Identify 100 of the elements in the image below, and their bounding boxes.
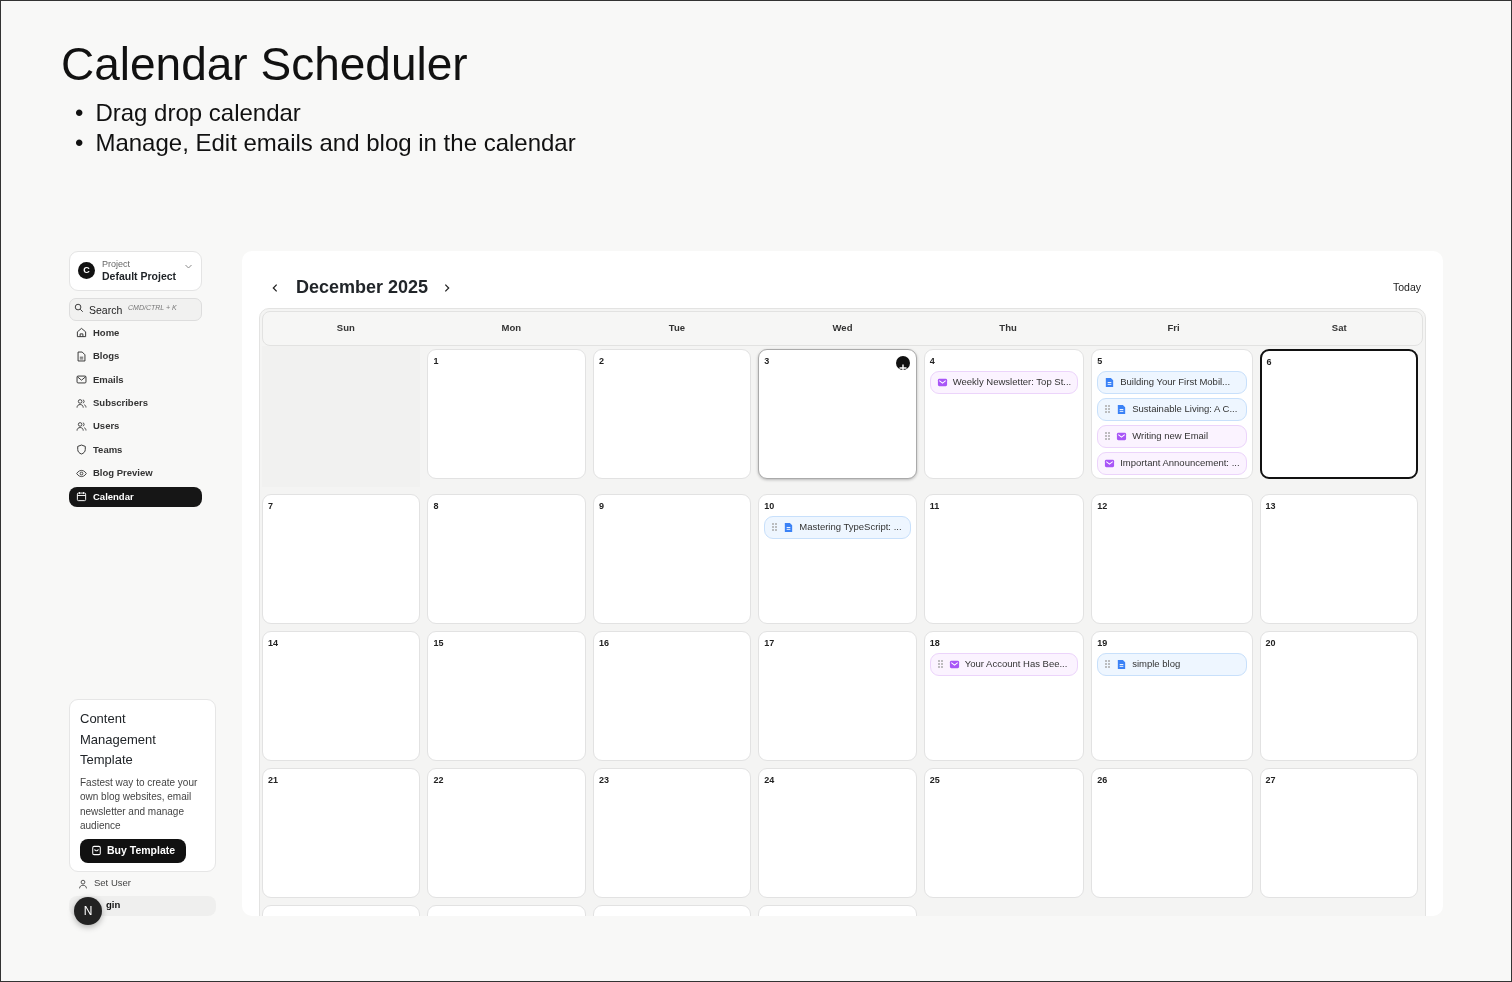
day-cell[interactable]: 21	[262, 767, 421, 898]
day-cell[interactable]: 7	[262, 493, 421, 624]
day-number: 16	[598, 637, 609, 649]
day-cell[interactable]: 24	[758, 767, 917, 898]
today-button[interactable]: Today	[1392, 279, 1421, 296]
day-number: 19	[1097, 637, 1108, 649]
day-cell[interactable]: 6	[1259, 348, 1418, 479]
day-number: 1	[433, 355, 439, 367]
day-cell[interactable]: 25	[923, 767, 1085, 898]
set-user-link[interactable]: Set User	[94, 876, 131, 891]
day-number: 15	[433, 637, 444, 649]
day-cell[interactable]: 2	[592, 348, 752, 479]
day-cell[interactable]: 8	[427, 493, 586, 624]
weekday-label: Sat	[1330, 320, 1348, 335]
day-number: 8	[433, 500, 439, 512]
home-icon	[76, 327, 87, 339]
event-title: simple blog	[1132, 656, 1181, 671]
page-title: Calendar Scheduler	[61, 39, 469, 90]
day-number: 4	[929, 355, 935, 367]
day-cell[interactable]: 15	[427, 630, 586, 761]
blog-event[interactable]: Sustainable Living: A C...	[1097, 397, 1247, 421]
event-title: Important Announcement: ...	[1120, 455, 1240, 470]
event-title: Writing new Email	[1132, 428, 1209, 443]
event-title: Building Your First Mobil...	[1120, 374, 1231, 389]
day-number: 14	[268, 637, 278, 649]
email-event[interactable]: Writing new Email	[1097, 424, 1247, 448]
nav-item[interactable]: Blogs	[69, 346, 202, 367]
day-cell[interactable]: 4 Weekly Newsletter: Top St...	[923, 348, 1085, 479]
day-number: 23	[598, 774, 609, 786]
bullet-marker: •	[75, 97, 84, 128]
drag-handle-icon	[1104, 404, 1112, 415]
document-icon	[76, 350, 87, 362]
promo-title: Content Management Template	[80, 710, 157, 770]
day-number: 5	[1097, 355, 1103, 367]
day-number: 11	[929, 500, 940, 512]
day-number: 17	[764, 637, 775, 649]
day-number: 7	[268, 500, 273, 512]
day-cell[interactable]: 14	[262, 630, 421, 761]
day-number: 10	[764, 500, 775, 512]
document-icon	[1116, 658, 1128, 670]
weekday-label: Wed	[831, 320, 854, 335]
chevron-left-icon	[270, 282, 280, 293]
email-event[interactable]: Important Announcement: ...	[1097, 451, 1247, 475]
add-event-button[interactable]	[895, 355, 910, 370]
email-event[interactable]: Weekly Newsletter: Top St...	[929, 370, 1079, 394]
day-cell[interactable]: 16	[592, 630, 752, 761]
nav-item[interactable]: Blog Preview	[69, 463, 202, 484]
blog-event[interactable]: Building Your First Mobil...	[1097, 370, 1247, 394]
drag-handle-icon	[1104, 431, 1112, 442]
nav-item[interactable]: Subscribers	[69, 393, 202, 414]
document-icon	[1104, 376, 1116, 388]
day-number: 12	[1097, 500, 1108, 512]
day-cell[interactable]: 18 Your Account Has Bee...	[923, 630, 1085, 761]
drag-handle-icon	[936, 659, 944, 670]
day-cell[interactable]: 23	[592, 767, 752, 898]
envelope-icon	[76, 374, 87, 386]
project-switcher[interactable]: C Project Default Project	[69, 250, 202, 291]
nav-item[interactable]: Teams	[69, 439, 202, 460]
day-cell[interactable]: 20	[1259, 630, 1418, 761]
day-cell[interactable]: 9	[592, 493, 752, 624]
weekday-label: Tue	[667, 320, 686, 335]
day-number: 9	[598, 500, 604, 512]
drag-handle-icon	[1104, 659, 1112, 670]
day-number: 13	[1265, 500, 1276, 512]
weekday-label: Sun	[335, 320, 356, 335]
day-cell[interactable]: 12	[1091, 493, 1253, 624]
day-cell[interactable]: 5 Building Your First Mobil... Sustainable Living: A C... Writing new Email Important Announcement: ...	[1091, 348, 1253, 479]
envelope-icon	[1116, 430, 1128, 442]
blog-event[interactable]: simple blog	[1097, 652, 1247, 676]
buy-template-button[interactable]: Buy Template	[80, 838, 187, 863]
bullet-item: Manage, Edit emails and blog in the calendar	[95, 127, 576, 158]
document-icon	[783, 521, 795, 533]
nav-item[interactable]: Emails	[69, 369, 202, 390]
day-cell[interactable]: 13	[1259, 493, 1418, 624]
envelope-icon	[936, 376, 948, 388]
day-number: 27	[1265, 774, 1276, 786]
project-avatar: C	[78, 262, 95, 280]
person-icon	[78, 878, 88, 889]
day-cell[interactable]: 10 Mastering TypeScript: ...	[758, 493, 917, 624]
day-cell[interactable]: 3	[758, 348, 917, 479]
day-cell[interactable]: 26	[1091, 767, 1253, 898]
email-event[interactable]: Your Account Has Bee...	[929, 652, 1079, 676]
day-cell[interactable]: 17	[758, 630, 917, 761]
day-cell[interactable]: 22	[427, 767, 586, 898]
day-number: 22	[433, 774, 444, 786]
drag-handle-icon	[771, 522, 779, 533]
people-icon	[76, 421, 87, 433]
nav-item[interactable]: Home	[69, 323, 202, 343]
blog-event[interactable]: Mastering TypeScript: ...	[764, 515, 911, 539]
event-title: Mastering TypeScript: ...	[799, 519, 902, 534]
day-cell[interactable]: 27	[1259, 767, 1418, 898]
day-number: 26	[1097, 774, 1108, 786]
day-cell[interactable]: 11	[923, 493, 1085, 624]
document-icon	[1116, 403, 1128, 415]
event-title: Sustainable Living: A C...	[1132, 401, 1238, 416]
day-cell[interactable]: 19 simple blog	[1091, 630, 1253, 761]
nav-item[interactable]: Calendar	[69, 486, 202, 507]
day-cell[interactable]: 1	[427, 348, 586, 479]
promo-text: Fastest way to create your own blog websites, email newsletter and manage audience	[80, 775, 199, 834]
nav-item[interactable]: Users	[69, 416, 202, 437]
